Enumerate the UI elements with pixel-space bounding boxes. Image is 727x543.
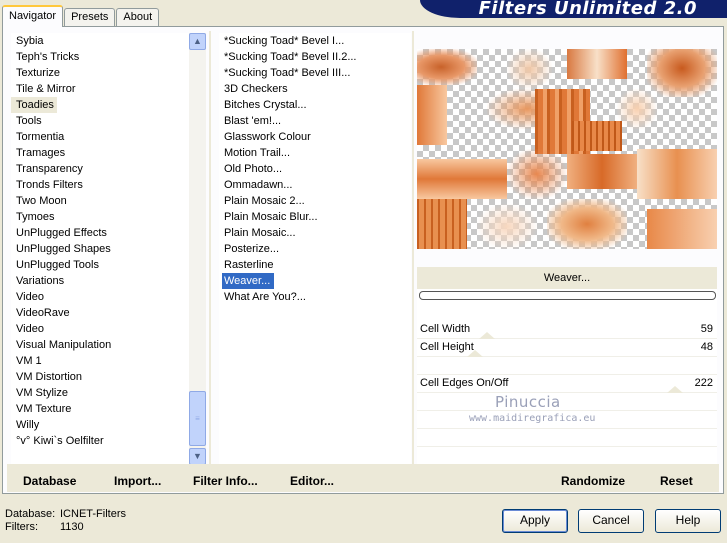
category-item[interactable]: Teph's Tricks	[11, 49, 191, 65]
category-item[interactable]: UnPlugged Effects	[11, 225, 191, 241]
param-cell-width[interactable]: Cell Width 59	[417, 321, 717, 339]
category-item[interactable]: Tile & Mirror	[11, 81, 191, 97]
category-item[interactable]: Tormentia	[11, 129, 191, 145]
param-empty	[417, 357, 717, 375]
database-button[interactable]: Database	[23, 474, 76, 488]
editor-button[interactable]: Editor...	[290, 474, 334, 488]
filter-item[interactable]: Bitches Crystal...	[219, 97, 411, 113]
slider-thumb[interactable]	[479, 332, 495, 339]
divider	[412, 31, 414, 467]
divider	[209, 31, 211, 467]
filter-item[interactable]: 3D Checkers	[219, 81, 411, 97]
category-item[interactable]: VM Distortion	[11, 369, 191, 385]
filter-item[interactable]: Posterize...	[219, 241, 411, 257]
status-value: 1130	[60, 521, 84, 533]
filter-item[interactable]: Rasterline	[219, 257, 411, 273]
filter-info-button[interactable]: Filter Info...	[193, 474, 258, 488]
category-item[interactable]: Variations	[11, 273, 191, 289]
panel-action-bar: Database Import... Filter Info... Editor…	[7, 464, 719, 492]
filter-item[interactable]: *Sucking Toad* Bevel II.2...	[219, 49, 411, 65]
category-item[interactable]: Video	[11, 289, 191, 305]
selected-filter-name: Weaver...	[417, 267, 717, 289]
category-item[interactable]: VideoRave	[11, 305, 191, 321]
category-item[interactable]: Visual Manipulation	[11, 337, 191, 353]
category-item[interactable]: UnPlugged Shapes	[11, 241, 191, 257]
filter-item[interactable]: Plain Mosaic Blur...	[219, 209, 411, 225]
filter-list[interactable]: *Sucking Toad* Bevel I... *Sucking Toad* …	[219, 33, 411, 465]
randomize-button[interactable]: Randomize	[561, 474, 625, 488]
category-item[interactable]: Sybia	[11, 33, 191, 49]
category-item[interactable]: Toadies	[11, 97, 57, 113]
category-item[interactable]: UnPlugged Tools	[11, 257, 191, 273]
category-item[interactable]: Transparency	[11, 161, 191, 177]
watermark-name: Pinuccia	[495, 393, 561, 411]
category-list[interactable]: Sybia Teph's Tricks Texturize Tile & Mirror…	[11, 33, 191, 465]
category-item[interactable]: Tramages	[11, 145, 191, 161]
param-value: 48	[700, 341, 713, 353]
param-empty	[417, 447, 717, 465]
chevron-down-icon[interactable]: ▼	[189, 448, 206, 465]
progress-bar	[419, 291, 716, 300]
category-item[interactable]: Willy	[11, 417, 191, 433]
filter-item[interactable]: What Are You?...	[219, 289, 411, 305]
category-scrollbar[interactable]: ▲ ≡ ▼	[189, 33, 206, 465]
param-label: Cell Edges On/Off	[420, 377, 509, 389]
param-value: 222	[694, 377, 713, 389]
tab-presets[interactable]: Presets	[64, 8, 116, 27]
slider-thumb[interactable]	[467, 350, 483, 357]
filter-item[interactable]: Blast 'em!...	[219, 113, 411, 129]
filter-item[interactable]: Motion Trail...	[219, 145, 411, 161]
filter-item[interactable]: Glasswork Colour	[219, 129, 411, 145]
navigator-panel: Sybia Teph's Tricks Texturize Tile & Mirror…	[2, 26, 724, 494]
category-item[interactable]: Tronds Filters	[11, 177, 191, 193]
category-item[interactable]: Tymoes	[11, 209, 191, 225]
import-button[interactable]: Import...	[114, 474, 161, 488]
filter-item[interactable]: Plain Mosaic 2...	[219, 193, 411, 209]
category-item[interactable]: °v° Kiwi`s Oelfilter	[11, 433, 191, 449]
status-label: Database:	[5, 508, 56, 520]
param-cell-height[interactable]: Cell Height 48	[417, 339, 717, 357]
banner-title: Filters Unlimited 2.0	[478, 0, 697, 18]
tab-bar: Navigator Presets About	[2, 4, 160, 27]
filter-item[interactable]: *Sucking Toad* Bevel III...	[219, 65, 411, 81]
category-item[interactable]: Texturize	[11, 65, 191, 81]
title-banner: Filters Unlimited 2.0	[420, 0, 727, 18]
scroll-thumb[interactable]: ≡	[189, 391, 206, 446]
category-item[interactable]: Video	[11, 321, 191, 337]
tab-navigator[interactable]: Navigator	[2, 5, 64, 27]
cancel-button[interactable]: Cancel	[578, 509, 644, 533]
reset-button[interactable]: Reset	[660, 474, 693, 488]
apply-button[interactable]: Apply	[502, 509, 568, 533]
filter-item[interactable]: *Sucking Toad* Bevel I...	[219, 33, 411, 49]
param-label: Cell Height	[420, 341, 474, 353]
param-empty	[417, 429, 717, 447]
param-value: 59	[700, 323, 713, 335]
status-filters: Filters: 1130	[5, 521, 84, 533]
filter-item[interactable]: Plain Mosaic...	[219, 225, 411, 241]
param-cell-edges[interactable]: Cell Edges On/Off 222	[417, 375, 717, 393]
preview-image	[417, 49, 717, 249]
status-database: Database: ICNET-Filters	[5, 508, 126, 520]
category-item[interactable]: VM Texture	[11, 401, 191, 417]
category-item[interactable]: VM 1	[11, 353, 191, 369]
category-item[interactable]: VM Stylize	[11, 385, 191, 401]
category-item[interactable]: Two Moon	[11, 193, 191, 209]
filter-item[interactable]: Old Photo...	[219, 161, 411, 177]
filter-item[interactable]: Weaver...	[222, 273, 275, 289]
filter-item[interactable]: Ommadawn...	[219, 177, 411, 193]
param-empty	[417, 393, 717, 411]
tab-about[interactable]: About	[116, 8, 160, 27]
slider-thumb[interactable]	[667, 386, 683, 393]
status-label: Filters:	[5, 521, 38, 533]
param-label: Cell Width	[420, 323, 471, 335]
category-item[interactable]: Tools	[11, 113, 191, 129]
help-button[interactable]: Help	[655, 509, 721, 533]
status-value: ICNET-Filters	[60, 508, 126, 520]
watermark-url: www.maidiregrafica.eu	[469, 413, 596, 424]
chevron-up-icon[interactable]: ▲	[189, 33, 206, 50]
